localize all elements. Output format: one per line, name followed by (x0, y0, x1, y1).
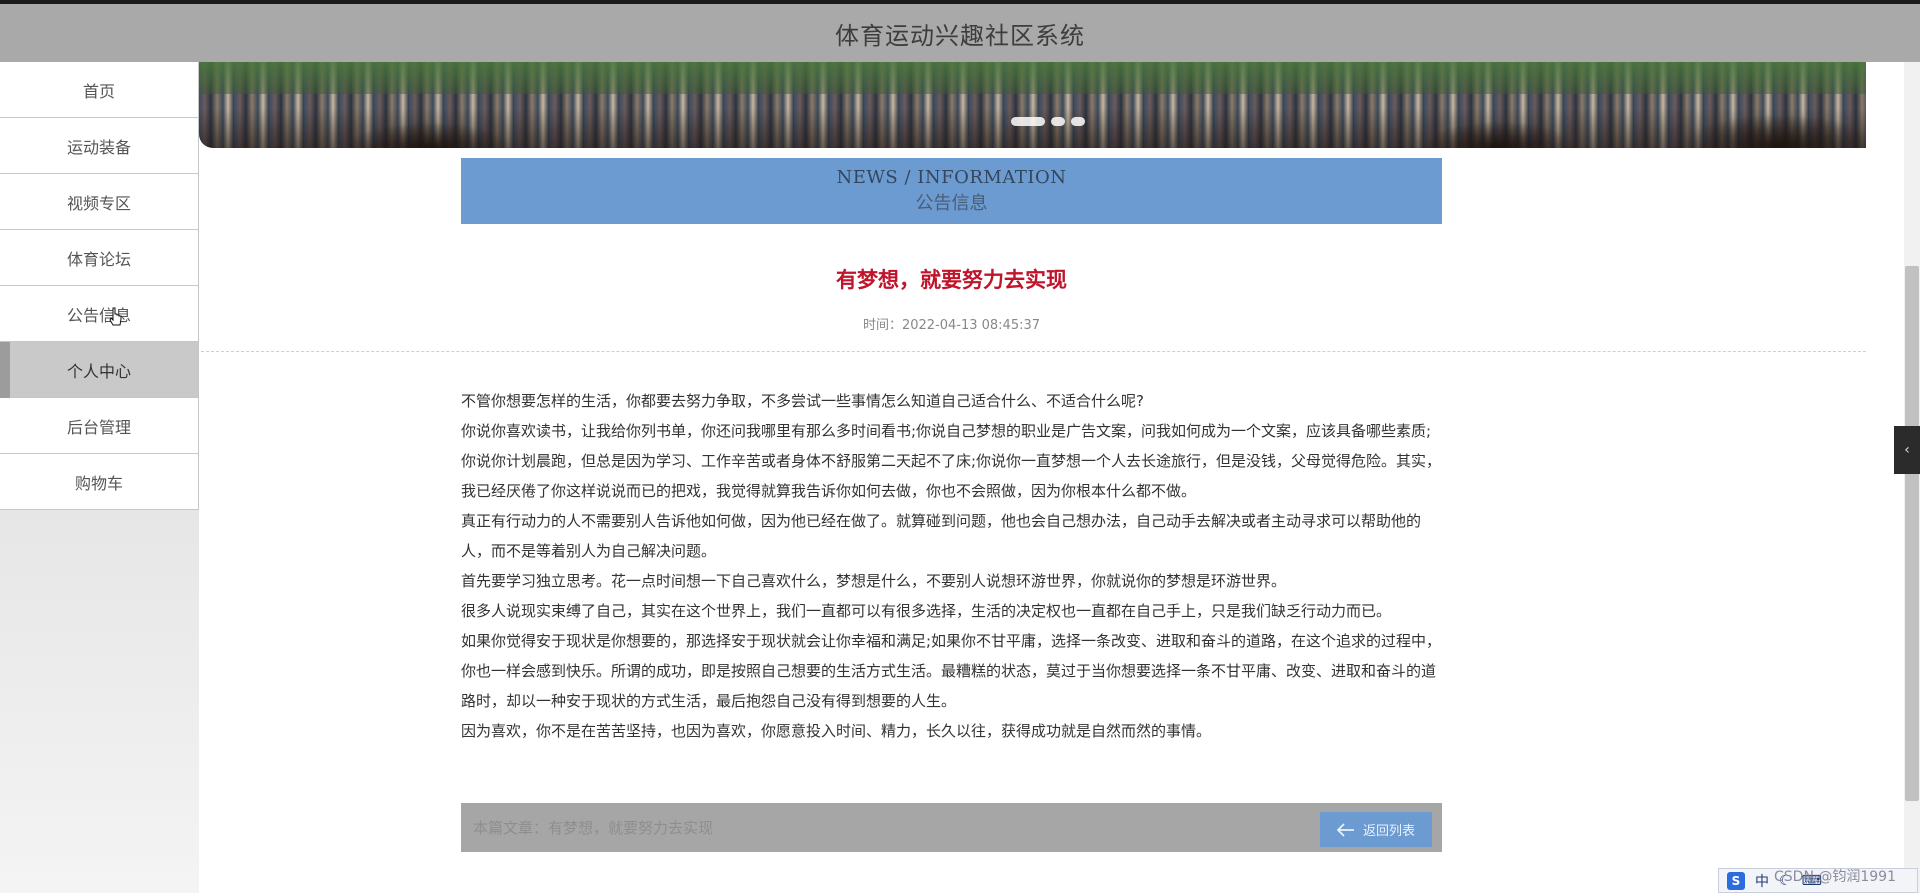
mouse-cursor-icon (109, 307, 122, 326)
back-to-list-label: 返回列表 (1362, 824, 1415, 839)
site-title: 体育运动兴趣社区系统 (835, 21, 1085, 50)
carousel-indicators (1011, 117, 1085, 126)
article-paragraph: 真正有行动力的人不需要别人告诉他如何做，因为他已经在做了。就算碰到问题，他也会自… (461, 512, 1422, 560)
back-to-list-button[interactable]: 返回列表 (1320, 812, 1432, 847)
sidebar-item-home[interactable]: 首页 (0, 62, 199, 118)
sidebar-item-admin[interactable]: 后台管理 (0, 398, 199, 454)
ime-language-indicator[interactable]: 中 (1755, 871, 1769, 891)
article-paragraph: 如果你觉得安于现状是你想要的，那选择安于现状就会让你幸福和满足;如果你不甘平庸，… (461, 632, 1442, 710)
article-paragraph: 首先要学习独立思考。花一点时间想一下自己喜欢什么，梦想是什么，不要别人说想环游世… (461, 572, 1287, 590)
article-time: 时间：2022-04-13 08:45:37 (862, 318, 1041, 333)
article-paragraph: 很多人说现实束缚了自己，其实在这个世界上，我们一直都可以有很多选择，生活的决定权… (461, 602, 1392, 620)
carousel-dot[interactable] (1051, 117, 1065, 126)
sidebar-item-announcements[interactable]: 公告信息 (0, 286, 199, 342)
article-paragraph: 不管你想要怎样的生活，你都要去努力争取，不多尝试一些事情怎么知道自己适合什么、不… (461, 392, 1144, 410)
sidebar-item-cart[interactable]: 购物车 (0, 454, 199, 510)
side-panel-toggle[interactable]: ‹ (1894, 426, 1920, 474)
arrow-left-icon (1336, 822, 1354, 837)
section-heading-cn: 公告信息 (915, 193, 988, 214)
sidebar-item-forum[interactable]: 体育论坛 (0, 230, 199, 286)
article-title: 有梦想，就要努力去实现 (836, 268, 1067, 292)
sidebar-menu: 首页 运动装备 视频专区 体育论坛 公告信息 个人中心 后台管理 购物车 (0, 62, 199, 510)
current-article-link[interactable]: 本篇文章：有梦想，就要努力去实现 (473, 817, 713, 838)
site-header: 体育运动兴趣社区系统 (0, 4, 1920, 62)
article-paragraph: 你说你喜欢读书，让我给你列书单，你还问我哪里有那么多时间看书;你说自己梦想的职业… (461, 422, 1442, 500)
watermark: CSDN @钧润1991 (1774, 869, 1896, 885)
carousel-dot-active[interactable] (1011, 117, 1045, 126)
section-heading-en: NEWS / INFORMATION (836, 167, 1067, 188)
ime-logo-icon: S (1727, 871, 1745, 890)
carousel-dot[interactable] (1071, 117, 1085, 126)
banner-crowd-shade (199, 108, 1866, 148)
sidebar: 首页 运动装备 视频专区 体育论坛 公告信息 个人中心 后台管理 购物车 (0, 62, 199, 893)
section-heading: NEWS / INFORMATION 公告信息 (461, 158, 1442, 224)
dashed-divider (201, 351, 1866, 352)
page-scrollbar-thumb[interactable] (1905, 266, 1919, 801)
sidebar-item-equipment[interactable]: 运动装备 (0, 118, 199, 174)
article-footer-bar: 本篇文章：有梦想，就要努力去实现 返回列表 (461, 803, 1442, 852)
chevron-left-icon: ‹ (1904, 442, 1910, 458)
banner-field (199, 62, 1866, 94)
sidebar-item-videos[interactable]: 视频专区 (0, 174, 199, 230)
article-paragraph: 因为喜欢，你不是在苦苦坚持，也因为喜欢，你愿意投入时间、精力，长久以往，获得成功… (461, 722, 1212, 740)
sidebar-item-profile[interactable]: 个人中心 (0, 342, 199, 398)
hero-banner-image (199, 62, 1866, 148)
article-body: 不管你想要怎样的生活，你都要去努力争取，不多尝试一些事情怎么知道自己适合什么、不… (461, 386, 1442, 746)
